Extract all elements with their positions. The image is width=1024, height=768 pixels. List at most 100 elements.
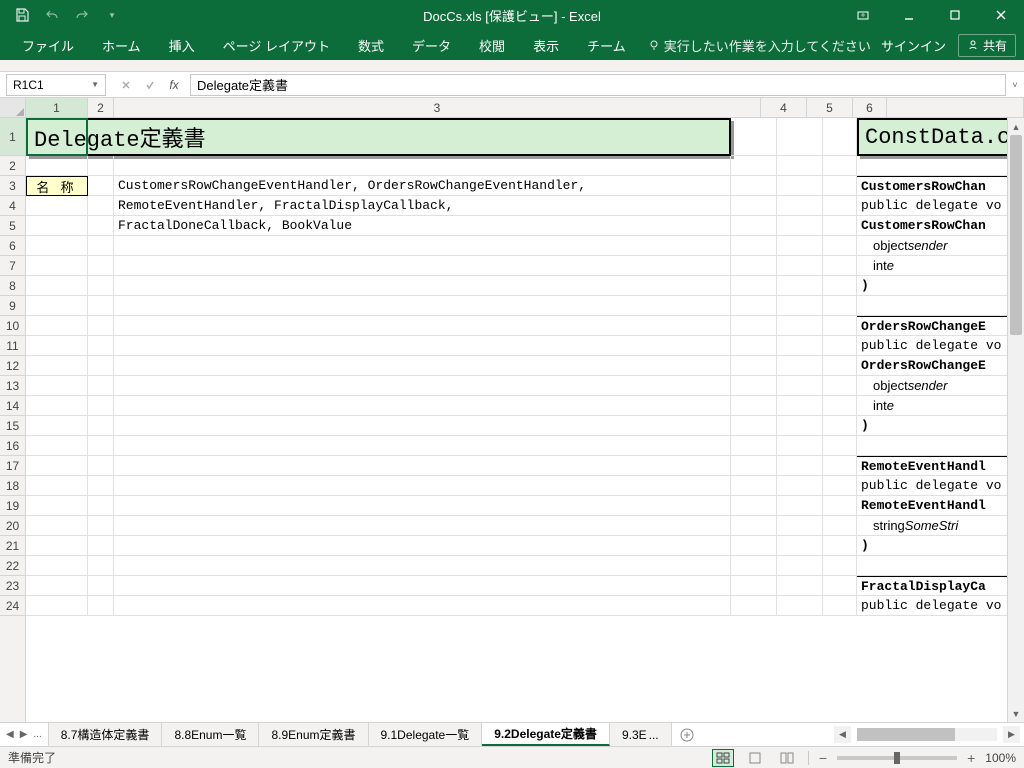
row-header-1[interactable]: 1 [0,118,25,156]
row-header-9[interactable]: 9 [0,296,25,316]
maximize-button[interactable] [932,0,978,30]
name-box[interactable]: R1C1 ▼ [6,74,106,96]
zoom-percent[interactable]: 100% [985,751,1016,765]
row-header-2[interactable]: 2 [0,156,25,176]
scroll-up-button[interactable]: ▲ [1008,118,1024,135]
row-header-17[interactable]: 17 [0,456,25,476]
tab-file[interactable]: ファイル [8,30,88,60]
cell-right-r24[interactable]: public delegate vo [857,596,1015,616]
col-header-right[interactable] [887,98,1024,117]
sheet-tab-3[interactable]: 9.1Delegate一覧 [369,723,483,746]
zoom-in-button[interactable]: + [967,750,975,766]
row-header-11[interactable]: 11 [0,336,25,356]
row-header-23[interactable]: 23 [0,576,25,596]
qat-customize[interactable]: ▾ [98,3,126,27]
row-header-18[interactable]: 18 [0,476,25,496]
row-header-4[interactable]: 4 [0,196,25,216]
row-header-8[interactable]: 8 [0,276,25,296]
cell-right-r12[interactable]: OrdersRowChangeE [857,356,1015,376]
col-header-3[interactable]: 3 [114,98,761,117]
col-header-5[interactable]: 5 [807,98,853,117]
redo-button[interactable] [68,3,96,27]
cell-title-left[interactable]: Delegate定義書 [26,118,731,156]
row-header-21[interactable]: 21 [0,536,25,556]
sheet-nav-next[interactable]: ▶ [20,729,28,740]
scroll-thumb[interactable] [1010,135,1022,335]
add-sheet-button[interactable] [672,723,702,746]
share-button[interactable]: 共有 [958,34,1016,57]
cell-right-r11[interactable]: public delegate vo [857,336,1015,356]
undo-button[interactable] [38,3,66,27]
cell-right-r5[interactable]: CustomersRowChan [857,216,1015,236]
cells[interactable]: Delegate定義書 ConstData.cs 名 称 CustomersRo… [26,118,1024,722]
minimize-button[interactable] [886,0,932,30]
scroll-down-button[interactable]: ▼ [1008,705,1024,722]
tab-home[interactable]: ホーム [88,30,155,60]
sheet-tab-0[interactable]: 8.7構造体定義書 [49,723,163,746]
tab-view[interactable]: 表示 [519,30,573,60]
sheet-tab-4[interactable]: 9.2Delegate定義書 [482,723,610,746]
cell-r3[interactable]: CustomersRowChangeEventHandler, OrdersRo… [114,176,731,196]
row-header-12[interactable]: 12 [0,356,25,376]
sheet-tab-5[interactable]: 9.3E... [610,723,672,746]
row-header-14[interactable]: 14 [0,396,25,416]
row-header-20[interactable]: 20 [0,516,25,536]
col-header-1[interactable]: 1 [26,98,88,117]
col-header-6[interactable]: 6 [853,98,887,117]
row-header-5[interactable]: 5 [0,216,25,236]
col-header-2[interactable]: 2 [88,98,114,117]
tab-insert[interactable]: 挿入 [155,30,209,60]
sheet-tab-2[interactable]: 8.9Enum定義書 [259,723,368,746]
cell-right-r19[interactable]: RemoteEventHandl [857,496,1015,516]
row-header-13[interactable]: 13 [0,376,25,396]
cell-right-r21[interactable]: ) [857,536,1015,556]
zoom-slider[interactable] [837,756,957,760]
cell-name-label[interactable]: 名 称 [26,176,88,196]
hscroll-left[interactable]: ◀ [834,726,851,743]
tab-formulas[interactable]: 数式 [344,30,398,60]
zoom-slider-thumb[interactable] [894,752,900,764]
hscroll-thumb[interactable] [857,728,955,741]
tab-page-layout[interactable]: ページ レイアウト [209,30,344,60]
hscroll-track[interactable] [857,728,997,741]
cell-right-r17[interactable]: RemoteEventHandl [857,456,1015,476]
scroll-track[interactable] [1008,135,1024,705]
vertical-scrollbar[interactable]: ▲ ▼ [1007,118,1024,722]
cell-right-r18[interactable]: public delegate vo [857,476,1015,496]
close-button[interactable] [978,0,1024,30]
fx-button[interactable]: fx [162,74,186,96]
cell-right-r15[interactable]: ) [857,416,1015,436]
formula-input[interactable]: Delegate定義書 [190,74,1006,96]
tab-team[interactable]: チーム [573,30,640,60]
save-button[interactable] [8,3,36,27]
cell-right-r13[interactable]: object sender [857,376,1015,396]
row-header-3[interactable]: 3 [0,176,25,196]
row-header-15[interactable]: 15 [0,416,25,436]
cell-right-r4[interactable]: public delegate vo [857,196,1015,216]
signin-link[interactable]: サインイン [881,36,946,55]
view-page-layout-button[interactable] [744,749,766,767]
tab-data[interactable]: データ [398,30,465,60]
zoom-out-button[interactable]: − [819,750,827,766]
enter-formula-button[interactable] [138,74,162,96]
row-header-16[interactable]: 16 [0,436,25,456]
tell-me-search[interactable]: 実行したい作業を入力してください [648,36,871,55]
horizontal-scrollbar[interactable]: ◀ ▶ [702,723,1024,746]
hscroll-right[interactable]: ▶ [1003,726,1020,743]
cell-r5[interactable]: FractalDoneCallback, BookValue [114,216,731,236]
expand-formula-bar[interactable]: ˅ [1006,80,1024,90]
col-header-4[interactable]: 4 [761,98,807,117]
row-header-7[interactable]: 7 [0,256,25,276]
sheet-nav-more[interactable]: ... [33,729,41,740]
cell-right-r20[interactable]: string SomeStri [857,516,1015,536]
sheet-tab-1[interactable]: 8.8Enum一覧 [162,723,259,746]
cancel-formula-button[interactable] [114,74,138,96]
cell-right-r23[interactable]: FractalDisplayCa [857,576,1015,596]
cell-title-right[interactable]: ConstData.cs [857,118,1015,156]
cell-right-r3[interactable]: CustomersRowChan [857,176,1015,196]
sheet-nav-prev[interactable]: ◀ [6,729,14,740]
cell-right-r7[interactable]: int e [857,256,1015,276]
cell-right-r14[interactable]: int e [857,396,1015,416]
row-header-6[interactable]: 6 [0,236,25,256]
select-all-corner[interactable] [0,98,26,117]
